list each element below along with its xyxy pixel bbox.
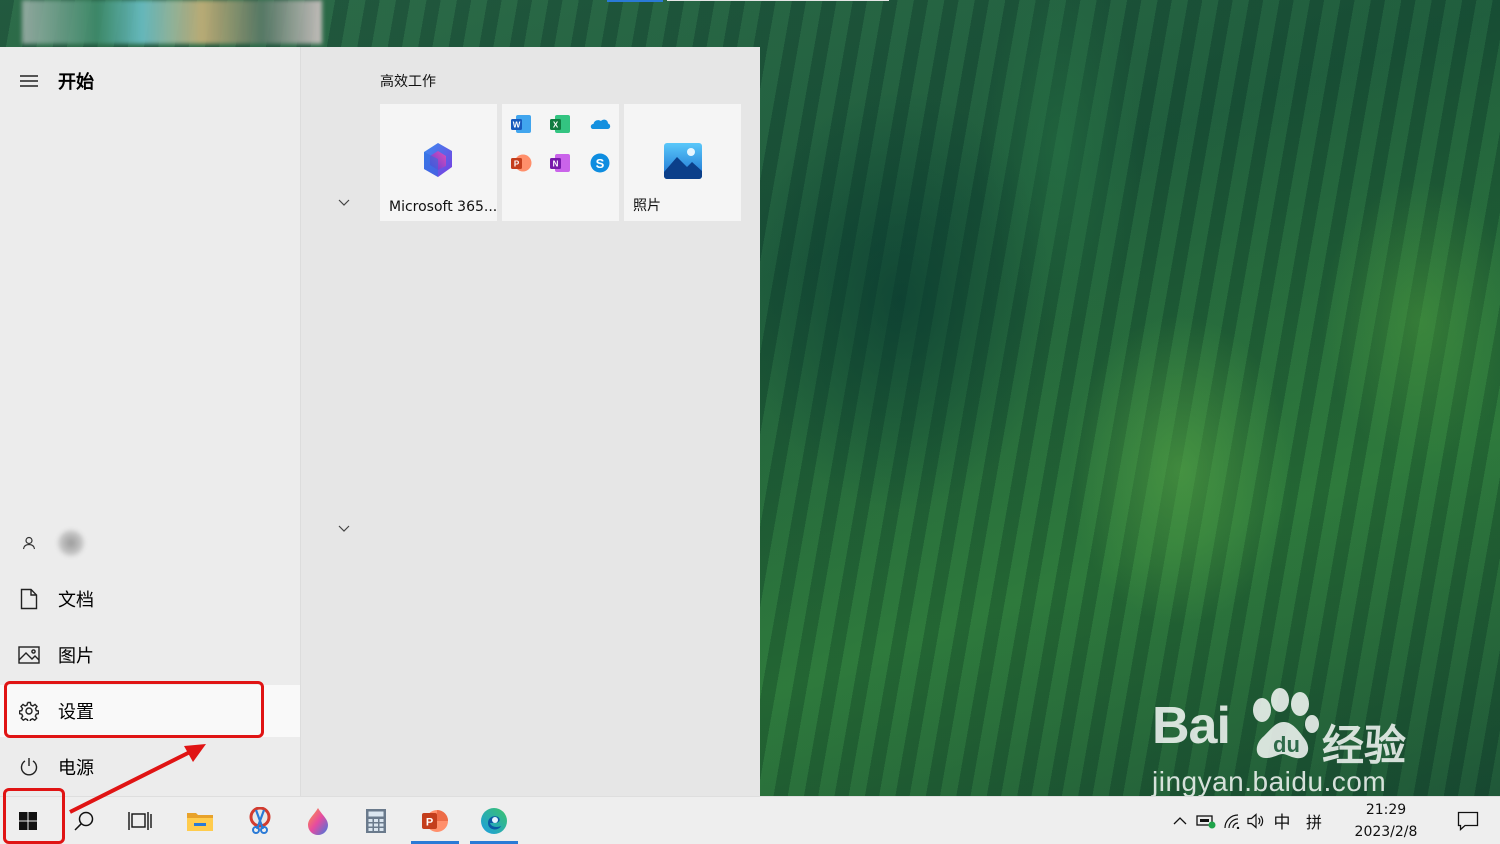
clock-time: 21:29 xyxy=(1365,801,1407,818)
powerpoint-icon[interactable]: P xyxy=(421,808,449,834)
chevron-down-icon[interactable] xyxy=(337,522,351,536)
onenote-icon: N xyxy=(550,154,570,172)
tile-microsoft-365[interactable]: Microsoft 365... xyxy=(380,104,497,221)
excel-icon: X xyxy=(550,115,570,133)
photos-icon xyxy=(664,143,702,179)
window-accent-line xyxy=(607,0,663,2)
snipping-tool-icon[interactable] xyxy=(247,806,273,835)
tile-label: Microsoft 365... xyxy=(389,199,498,215)
start-tiles-pane: 高效工作 Microsoft 365... W X P N S 照片 xyxy=(301,47,760,796)
svg-text:X: X xyxy=(553,121,559,130)
documents-item[interactable]: 文档 xyxy=(0,573,300,625)
network-status-button[interactable] xyxy=(1194,797,1218,844)
onedrive-icon xyxy=(590,119,611,129)
system-tray: 中 拼 21:29 2023/2/8 xyxy=(1160,797,1500,844)
user-icon xyxy=(0,536,58,550)
clock[interactable]: 21:29 2023/2/8 xyxy=(1336,797,1436,844)
start-button[interactable] xyxy=(4,797,52,844)
pictures-item[interactable]: 图片 xyxy=(0,629,300,681)
tile-group-title[interactable]: 高效工作 xyxy=(380,71,436,91)
clock-date: 2023/2/8 xyxy=(1354,823,1418,840)
word-icon: W xyxy=(511,115,531,133)
notification-center-button[interactable] xyxy=(1444,797,1492,844)
svg-text:N: N xyxy=(553,160,559,169)
powerpoint-icon: P xyxy=(511,154,532,172)
ime-language-indicator[interactable]: 中 xyxy=(1268,797,1296,844)
svg-text:W: W xyxy=(513,121,521,130)
blurred-window-strip xyxy=(22,0,322,44)
edge-icon[interactable] xyxy=(480,807,508,835)
speaker-icon[interactable] xyxy=(1247,812,1265,829)
paint-3d-button[interactable] xyxy=(294,797,342,844)
gear-icon xyxy=(0,701,58,721)
search-button[interactable] xyxy=(60,797,108,844)
settings-item[interactable]: 设置 xyxy=(0,685,300,737)
network-adapter-icon[interactable] xyxy=(1196,813,1216,829)
pictures-icon xyxy=(0,646,58,664)
power-icon xyxy=(0,757,58,777)
documents-label: 文档 xyxy=(58,590,94,611)
start-menu: 开始 文档 图片 设置 电源 高效工作 Microsoft 365... W X… xyxy=(0,47,760,796)
power-item[interactable]: 电源 xyxy=(0,741,300,793)
start-left-pane: 开始 文档 图片 设置 电源 xyxy=(0,47,301,796)
microsoft-365-icon xyxy=(424,143,452,177)
file-explorer-icon[interactable] xyxy=(186,809,214,833)
tile-photos[interactable]: 照片 xyxy=(624,104,741,221)
taskbar: P 中 拼 21:29 2023/2/8 xyxy=(0,788,1500,844)
volume-button[interactable] xyxy=(1244,797,1268,844)
hamburger-menu-icon[interactable] xyxy=(0,74,58,88)
search-icon[interactable] xyxy=(73,810,95,832)
start-icon[interactable] xyxy=(18,811,38,831)
user-account-item[interactable] xyxy=(0,517,300,569)
wifi-button[interactable] xyxy=(1220,797,1244,844)
ime-mode-indicator[interactable]: 拼 xyxy=(1300,797,1328,844)
paint-3d-icon[interactable] xyxy=(306,807,330,835)
powerpoint-taskbar-button[interactable]: P xyxy=(411,797,459,844)
start-header-label: 开始 xyxy=(58,72,94,93)
snipping-tool-button[interactable] xyxy=(236,797,284,844)
avatar xyxy=(58,530,84,556)
svg-text:P: P xyxy=(514,160,520,169)
task-view-icon[interactable] xyxy=(128,810,152,832)
tile-office-apps-folder[interactable]: W X P N S xyxy=(502,104,619,221)
pictures-label: 图片 xyxy=(58,646,94,667)
tile-label: 照片 xyxy=(633,198,661,214)
wifi-icon[interactable] xyxy=(1223,813,1241,829)
svg-text:S: S xyxy=(596,156,605,171)
task-view-button[interactable] xyxy=(116,797,164,844)
chevron-down-icon[interactable] xyxy=(337,196,351,210)
file-explorer-button[interactable] xyxy=(176,797,224,844)
show-hidden-icons-button[interactable] xyxy=(1168,797,1192,844)
start-header[interactable]: 开始 xyxy=(0,55,300,107)
edge-taskbar-button[interactable] xyxy=(470,797,518,844)
calculator-button[interactable] xyxy=(352,797,400,844)
chevron-up-icon[interactable] xyxy=(1173,816,1187,825)
window-edge-line xyxy=(667,0,889,1)
notification-icon[interactable] xyxy=(1457,811,1479,831)
document-icon xyxy=(0,588,58,610)
settings-label: 设置 xyxy=(58,702,94,723)
skype-icon: S xyxy=(590,153,610,173)
calculator-icon[interactable] xyxy=(365,808,387,834)
svg-text:P: P xyxy=(426,816,433,828)
power-label: 电源 xyxy=(58,758,94,779)
